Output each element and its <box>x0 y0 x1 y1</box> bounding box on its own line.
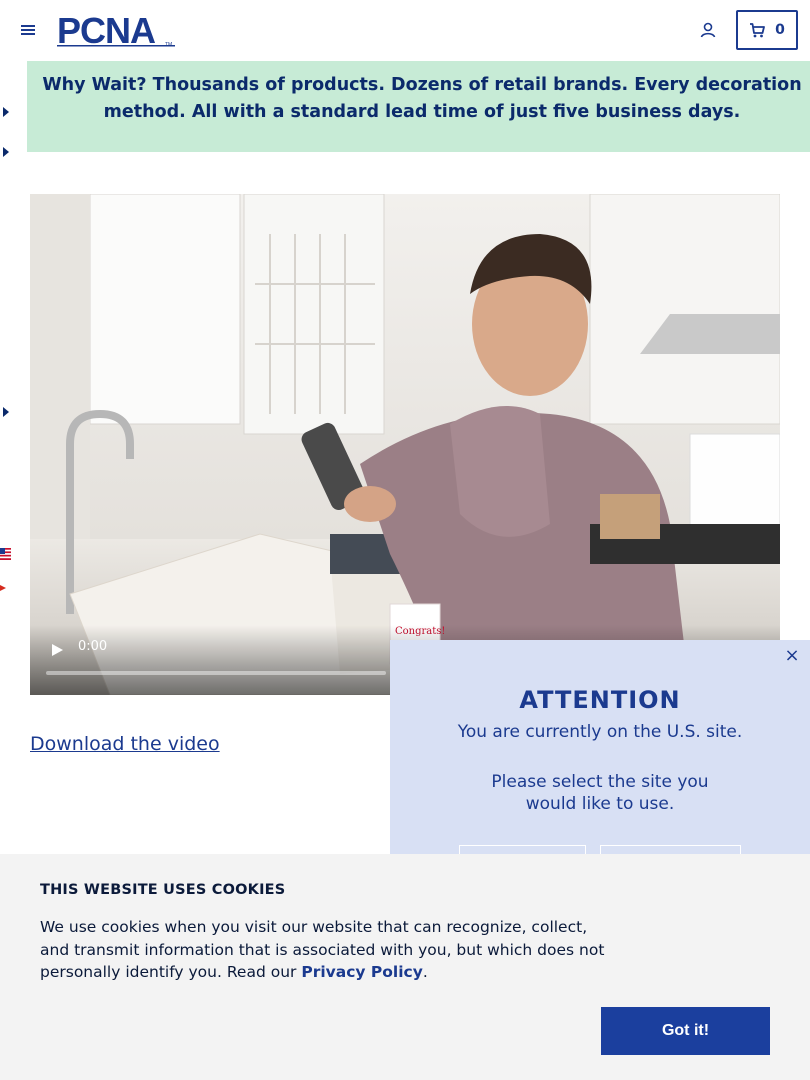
cart-icon <box>750 22 766 37</box>
pcna-logo[interactable]: PCNA TM <box>57 13 177 47</box>
got-it-button[interactable]: Got it! <box>601 1007 770 1055</box>
cookie-text: We use cookies when you visit our websit… <box>40 916 620 984</box>
caret-right-icon[interactable] <box>3 407 9 417</box>
site-select-prompt: Please select the site you would like to… <box>491 772 709 814</box>
video-scrubber[interactable] <box>46 671 386 675</box>
cookie-banner: THIS WEBSITE USES COOKIES We use cookies… <box>0 854 810 1080</box>
site-header: PCNA TM 0 <box>0 0 810 61</box>
account-icon[interactable] <box>699 21 717 39</box>
canada-flag-icon[interactable] <box>0 582 11 594</box>
svg-text:PCNA: PCNA <box>57 13 156 47</box>
us-flag-icon[interactable] <box>0 548 11 560</box>
cart-button[interactable]: 0 <box>736 10 798 50</box>
promo-banner-lead: Why Wait? <box>42 75 147 95</box>
caret-right-icon[interactable] <box>3 107 9 117</box>
video-thumbnail: Congrats! <box>30 194 780 695</box>
video-time: 0:00 <box>78 639 108 654</box>
play-icon[interactable] <box>50 643 64 657</box>
download-video-link[interactable]: Download the video <box>30 733 220 755</box>
cart-count: 0 <box>775 22 785 38</box>
privacy-policy-link[interactable]: Privacy Policy <box>301 963 423 981</box>
caret-right-icon[interactable] <box>3 147 9 157</box>
cookie-title: THIS WEBSITE USES COOKIES <box>40 882 286 898</box>
video-player[interactable]: Congrats! 0:00 <box>30 194 780 695</box>
promo-banner-body: Thousands of products. Dozens of retail … <box>103 75 802 122</box>
promo-banner-text: Why Wait? Thousands of products. Dozens … <box>7 72 810 126</box>
page: PCNA TM 0 Why Wait? Thousands of product… <box>0 0 810 1080</box>
attention-title: ATTENTION <box>519 686 681 714</box>
hamburger-menu-icon[interactable] <box>20 22 36 38</box>
current-site-text: You are currently on the U.S. site. <box>457 722 743 742</box>
cookie-body-end: . <box>422 963 428 981</box>
promo-banner: Why Wait? Thousands of products. Dozens … <box>27 61 810 152</box>
close-icon[interactable]: × <box>784 647 800 665</box>
